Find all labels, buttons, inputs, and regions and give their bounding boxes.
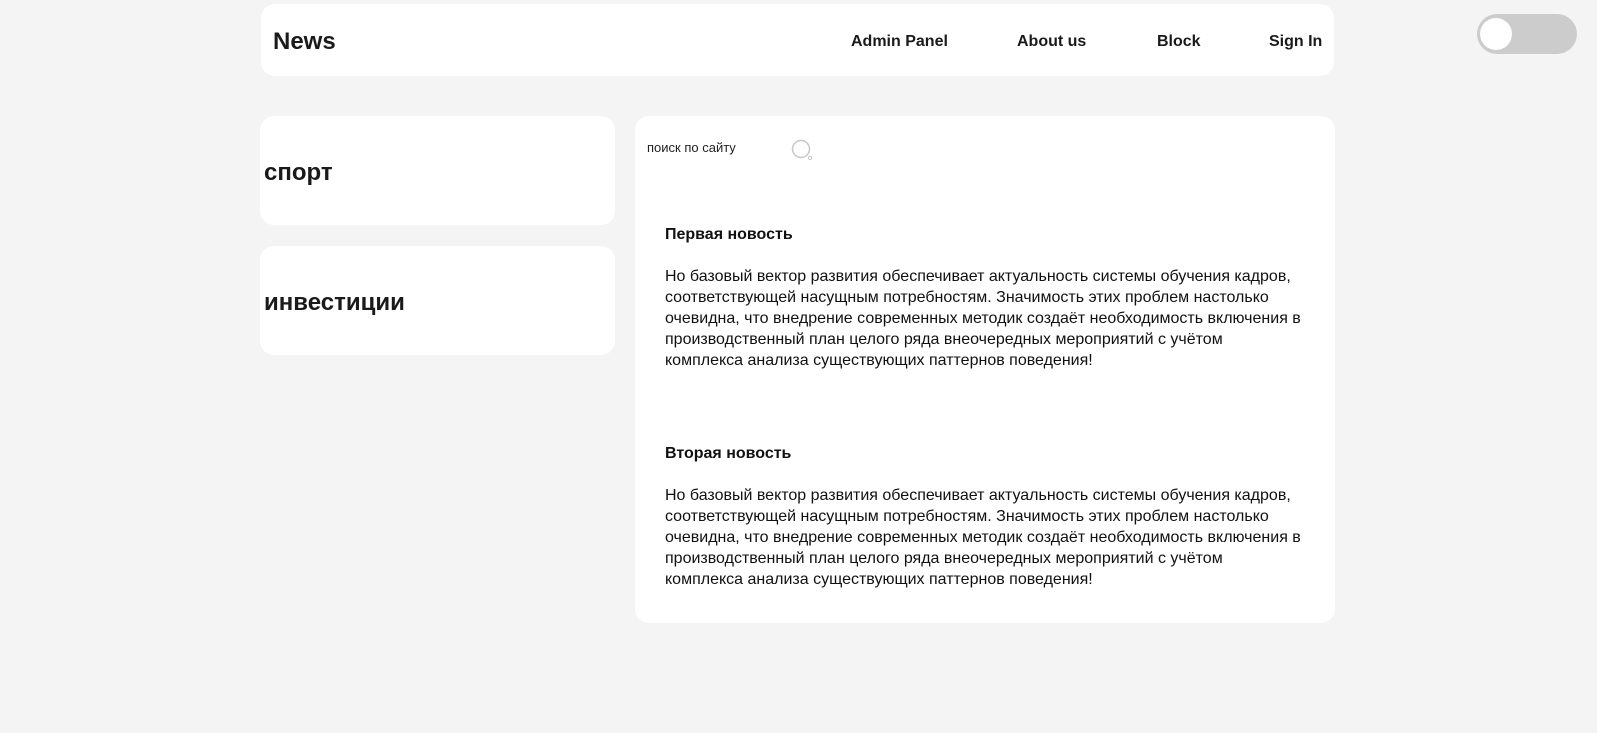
nav-sign-in[interactable]: Sign In <box>1269 33 1322 51</box>
theme-toggle[interactable] <box>1477 14 1577 54</box>
category-card-sport[interactable]: спорт <box>260 116 615 225</box>
news-body: Но базовый вектор развития обеспечивает … <box>665 268 1301 369</box>
category-label: инвестиции <box>264 289 405 316</box>
category-card-investments[interactable]: инвестиции <box>260 246 615 355</box>
news-item: Вторая новость Но базовый вектор развити… <box>665 445 1305 590</box>
category-label: спорт <box>264 159 333 186</box>
news-body: Но базовый вектор развития обеспечивает … <box>665 487 1301 588</box>
news-title[interactable]: Первая новость <box>665 226 1305 244</box>
nav-about-us[interactable]: About us <box>1017 33 1086 51</box>
nav-admin-panel[interactable]: Admin Panel <box>851 33 948 51</box>
news-item: Первая новость Но базовый вектор развити… <box>665 226 1305 371</box>
search-input[interactable] <box>643 137 791 157</box>
nav-block[interactable]: Block <box>1157 33 1201 51</box>
site-logo[interactable]: News <box>273 28 336 56</box>
site-header: News Admin Panel About us Block Sign In <box>261 4 1334 76</box>
toggle-knob <box>1480 18 1512 50</box>
search-button[interactable] <box>791 139 813 161</box>
news-title[interactable]: Вторая новость <box>665 445 1305 463</box>
search-icon <box>791 139 813 161</box>
news-panel: Первая новость Но базовый вектор развити… <box>635 116 1335 623</box>
